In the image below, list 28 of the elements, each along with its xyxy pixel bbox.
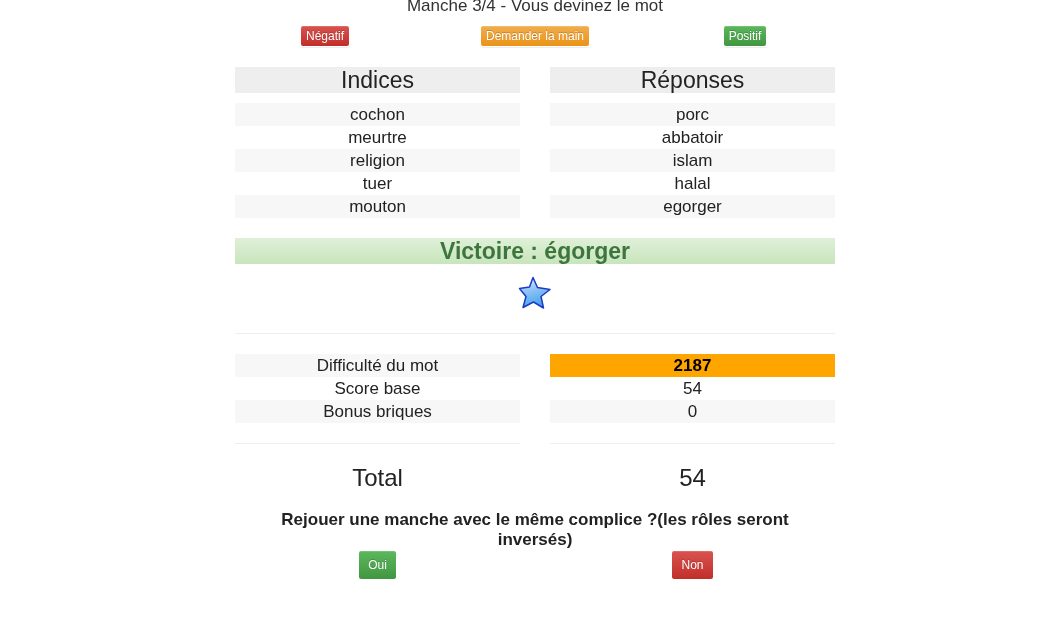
word-cell: islam	[550, 149, 835, 172]
stat-value: 54	[682, 378, 703, 400]
stat-label: Difficulté du mot	[235, 354, 520, 377]
action-button[interactable]: Positif	[722, 25, 768, 47]
word-cell-text: meurtre	[347, 127, 408, 149]
replay-button[interactable]: Oui	[358, 550, 397, 580]
stat-label: Bonus briques	[235, 400, 520, 423]
word-cell-text: abbatoir	[660, 127, 725, 149]
stat-value: 2187	[550, 354, 835, 377]
column-header: Indices	[235, 67, 520, 93]
total-value: 54	[678, 466, 707, 490]
action-button[interactable]: Négatif	[300, 25, 350, 47]
word-cell: porc	[550, 103, 835, 126]
word-cell: cochon	[235, 103, 520, 126]
total-label: Total	[351, 466, 404, 490]
word-cell-text: tuer	[361, 173, 394, 195]
word-cell-text: halal	[673, 173, 712, 195]
replay-button[interactable]: Non	[671, 550, 714, 580]
star-icon	[518, 276, 552, 310]
column-header: Réponses	[550, 67, 835, 93]
word-cell: egorger	[550, 195, 835, 218]
stat-label: Score base	[333, 378, 422, 400]
word-cell: mouton	[235, 195, 520, 218]
action-button[interactable]: Demander la main	[479, 25, 590, 47]
replay-question: Rejouer une manche avec le même complice ?(les rôles seront inversés)	[280, 510, 790, 550]
stat-value: 0	[550, 400, 835, 423]
word-cell: religion	[235, 149, 520, 172]
result-banner: Victoire : égorger	[235, 238, 835, 264]
